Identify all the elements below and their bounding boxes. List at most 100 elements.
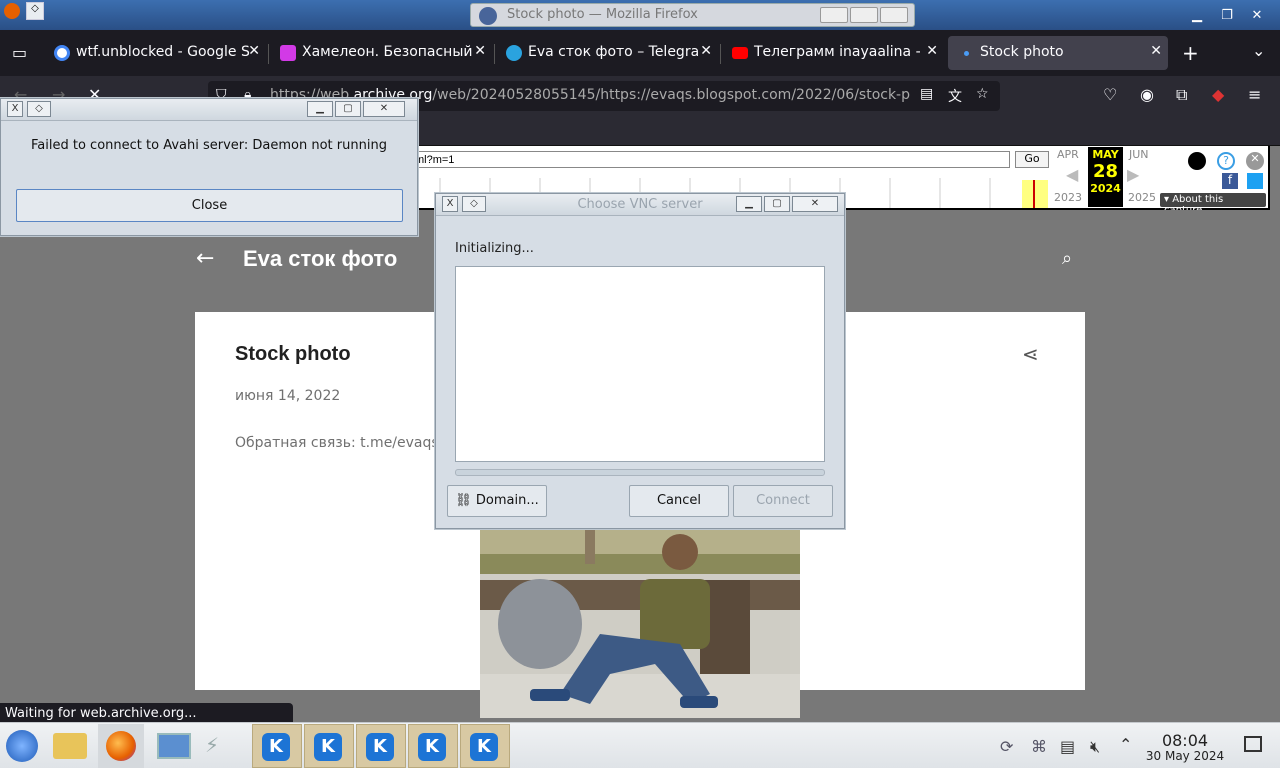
kde-icon: K [470,733,498,761]
avahi-error-message: Failed to connect to Avahi server: Daemo… [31,138,387,153]
wayback-prev-icon[interactable]: ◀ [1066,165,1078,184]
close-wayback-icon[interactable]: ✕ [1246,152,1264,170]
tab-chameleon[interactable]: Хамелеон. Безопасный ✕ [270,36,492,70]
maximize-button[interactable]: ▢ [764,196,790,212]
firefox-icon [106,731,136,761]
file-manager-icon[interactable] [53,733,87,759]
tab-label: Eva сток фото – Telegra [528,44,700,60]
minimize-button[interactable]: ▁ [307,101,333,117]
kde-taskbar-button-3[interactable]: K [356,724,406,768]
connect-button[interactable]: Connect [733,485,833,517]
bookmark-star-icon[interactable]: ☆ [976,86,989,102]
menu-icon[interactable]: ≡ [1248,85,1261,104]
translate-icon[interactable]: 文 [948,86,962,106]
taskbar [0,722,1280,768]
window-menu-icon[interactable]: ◇ [27,101,51,117]
updates-icon[interactable]: ⟳ [1000,737,1013,756]
blog-title[interactable]: Eva сток фото [243,246,397,272]
network-icon: ⛓ [455,493,472,508]
account-icon[interactable]: ◉ [1140,85,1154,104]
close-icon[interactable]: ✕ [1242,8,1272,28]
twitter-icon[interactable] [1247,173,1263,189]
close-tab-icon[interactable]: ✕ [474,43,486,59]
close-button[interactable]: ✕ [363,101,405,117]
minimize-button[interactable]: ▁ [736,196,762,212]
tab-youtube[interactable]: Телеграмм inayaalina - ✕ [722,36,944,70]
new-tab-icon[interactable]: + [1182,41,1199,65]
post-title: Stock photo [235,343,351,365]
kde-taskbar-button-4[interactable]: K [408,724,458,768]
domain-button[interactable]: ⛓ Domain... [447,485,547,517]
firefox-taskbar-button[interactable] [98,724,144,768]
reader-view-icon[interactable]: ▤ [920,86,933,102]
kde-taskbar-button-2[interactable]: K [304,724,354,768]
window-menu-icon[interactable]: ◇ [462,196,486,212]
wayback-next-year[interactable]: 2025 [1128,191,1156,204]
tab-list-icon[interactable]: ▭ [12,43,27,62]
dialog-titlebar[interactable]: X ◇ ▁ ▢ ✕ [1,99,417,121]
post-date[interactable]: июня 14, 2022 [235,388,340,404]
start-menu-icon[interactable] [6,730,38,762]
network-plug-icon[interactable]: ⚡ [205,733,245,759]
kde-icon: K [314,733,342,761]
clock-time[interactable]: 08:04 [1148,731,1222,750]
kde-taskbar-button-1[interactable]: K [252,724,302,768]
facebook-icon[interactable]: f [1222,173,1238,189]
close-button[interactable] [880,7,908,23]
kde-icon: K [366,733,394,761]
help-icon[interactable]: ? [1217,152,1235,170]
maximize-button[interactable] [850,7,878,23]
pocket-icon[interactable]: ♡ [1103,85,1117,104]
window-menu-icon[interactable]: ◇ [26,2,44,20]
wayback-next-month[interactable]: JUN [1129,148,1149,161]
restore-icon[interactable]: ❐ [1212,8,1242,28]
extensions-icon[interactable]: ⧉ [1176,85,1187,105]
vnc-server-list[interactable] [455,266,825,462]
share-icon[interactable]: ⋖ [1022,342,1039,366]
close-tab-icon[interactable]: ✕ [926,43,938,59]
cancel-button[interactable]: Cancel [629,485,729,517]
vnc-status-text: Initializing... [455,241,534,256]
close-button[interactable]: ✕ [792,196,838,212]
tab-stock-photo[interactable]: Stock photo ✕ [948,36,1168,70]
maximize-button[interactable]: ▢ [335,101,361,117]
clipboard-icon[interactable]: ▤ [1060,737,1075,756]
tab-google[interactable]: wtf.unblocked - Google S ✕ [44,36,266,70]
minimize-icon[interactable]: ▁ [1182,8,1212,28]
wayback-next-icon[interactable]: ▶ [1127,165,1139,184]
kde-icon: K [262,733,290,761]
tab-bar: ▭ wtf.unblocked - Google S ✕ Хамелеон. Б… [0,30,1280,76]
wayback-year: 2024 [1090,182,1121,195]
kde-taskbar-button-5[interactable]: K [460,724,510,768]
wayback-prev-month[interactable]: APR [1057,148,1079,161]
show-desktop-icon[interactable] [1244,736,1262,752]
ublock-icon[interactable]: ◆ [1212,85,1224,104]
app-icon: X [442,196,458,212]
dialog-title: Choose VNC server [577,197,703,212]
close-tab-icon[interactable]: ✕ [1150,43,1162,59]
wayback-go-button[interactable]: Go [1015,151,1049,168]
window-titlebar[interactable]: Stock photo — Mozilla Firefox [470,3,915,27]
firefox-icon [4,3,20,19]
window-title: Stock photo — Mozilla Firefox [507,7,698,22]
minimize-button[interactable] [820,7,848,23]
close-tab-icon[interactable]: ✕ [700,43,712,59]
wayback-user-icon[interactable] [1188,152,1206,170]
remote-desktop-icon[interactable] [157,733,191,759]
tray-expand-icon[interactable]: ⌃ [1119,735,1132,754]
volume-muted-icon[interactable]: 🔇︎ [1090,737,1100,757]
search-icon[interactable]: ⌕ [1062,248,1072,269]
wayback-url-input[interactable] [410,151,1010,168]
vnc-progress-bar [455,469,825,476]
wayback-current-date: MAY 28 2024 [1088,147,1123,207]
close-dialog-button[interactable]: Close [16,189,403,222]
about-capture-button[interactable]: ▾ About this capture [1160,193,1266,216]
close-tab-icon[interactable]: ✕ [248,43,260,59]
dialog-titlebar[interactable]: X ◇ Choose VNC server ▁ ▢ ✕ [436,194,844,216]
clock-date[interactable]: 30 May 2024 [1140,749,1230,763]
back-arrow-icon[interactable]: ← [196,246,214,271]
chevron-down-icon[interactable]: ⌄ [1252,41,1265,60]
tab-telegram[interactable]: Eva сток фото – Telegra ✕ [496,36,718,70]
wayback-prev-year[interactable]: 2023 [1054,191,1082,204]
bluetooth-icon[interactable]: ⌘ [1031,737,1047,756]
